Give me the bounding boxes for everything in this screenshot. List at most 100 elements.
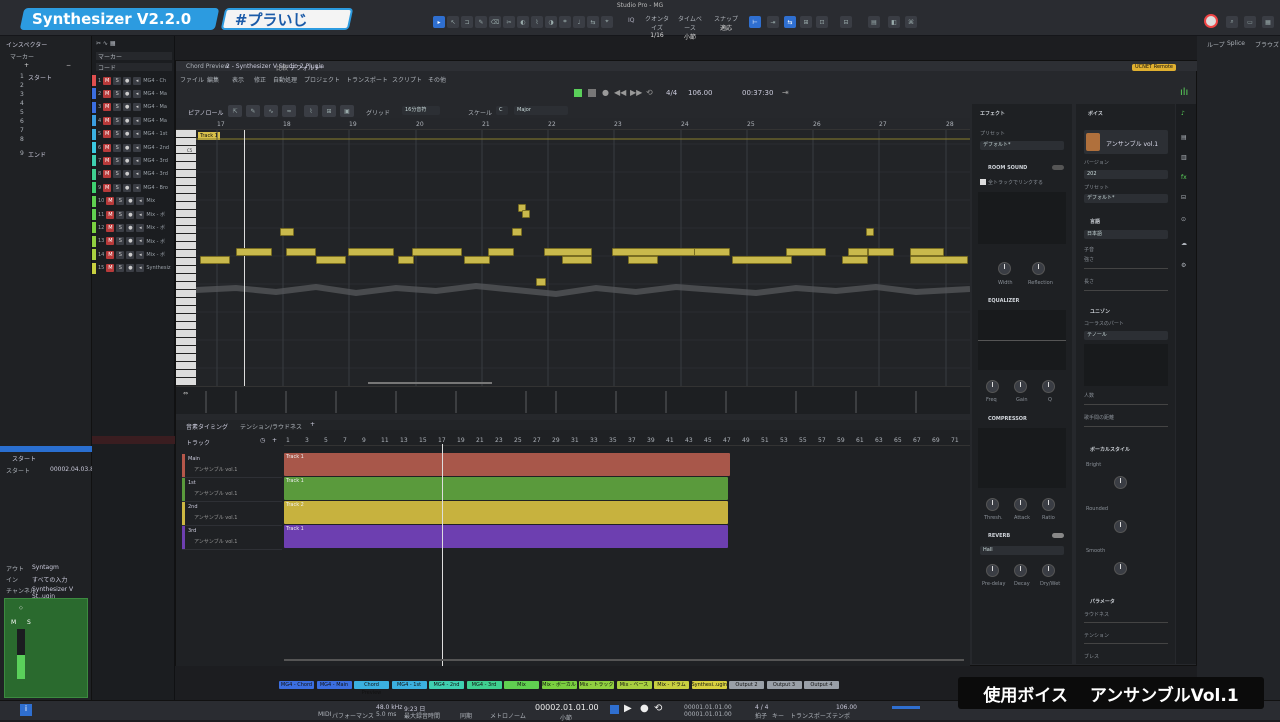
monitor-button[interactable]: ◂ <box>136 264 145 273</box>
solo-button[interactable]: S <box>116 264 125 273</box>
mixer-channel-chip[interactable]: Mix - ベース <box>616 681 652 689</box>
note[interactable] <box>732 256 792 264</box>
menu-item[interactable]: 修正 <box>254 75 266 84</box>
track-row[interactable]: 7 M S ● ◂ MG4 - 3rd <box>92 154 175 167</box>
info-icon[interactable]: i <box>20 704 32 716</box>
monitor-button[interactable]: ◂ <box>136 197 145 206</box>
track-row[interactable]: 9 M S ● ◂ MG4 - Bro <box>92 181 175 194</box>
mixer-channel-chip[interactable]: MG4 - Main <box>316 681 352 689</box>
follow-icon[interactable]: ⇆ <box>784 16 796 28</box>
record-arm-button[interactable]: ● <box>123 89 132 98</box>
record-button[interactable]: ● <box>640 703 649 714</box>
track-row[interactable]: 11 M S ● ◂ Mix - ボ <box>92 208 175 221</box>
curve-tool-icon[interactable]: ⌇ <box>304 105 318 117</box>
timeline-scrollbar[interactable] <box>284 659 964 661</box>
region-start-value[interactable]: 00002.04.03.89 <box>50 466 98 473</box>
song-track-header[interactable]: 2nd アンサンブル vol.1 <box>182 502 282 526</box>
solo-button[interactable]: S <box>113 156 122 165</box>
piano-keyboard[interactable] <box>176 130 196 386</box>
tool-icon[interactable]: ▦ <box>1262 16 1274 28</box>
mixer-channel-chip[interactable]: MG4 - 2nd <box>429 681 464 689</box>
song-track-header[interactable]: 3rd アンサンブル vol.1 <box>182 526 282 550</box>
library-icon[interactable]: ▤ <box>1181 134 1187 141</box>
metronome-label[interactable]: メトロノーム <box>490 711 526 720</box>
track-icon[interactable]: ▥ <box>1181 154 1187 161</box>
note[interactable] <box>868 248 894 256</box>
mixer-channel-chip[interactable]: Mix - ボーカル <box>541 681 577 689</box>
track-row[interactable]: 15 M S ● ◂ Synthesiz <box>92 262 175 275</box>
solo-button[interactable]: S <box>113 103 122 112</box>
mute-button[interactable]: M <box>106 264 115 273</box>
record-status-icon[interactable] <box>1204 14 1218 28</box>
threshold-knob[interactable] <box>986 498 999 511</box>
clip-3rd[interactable]: Track 1 <box>284 525 728 548</box>
note[interactable] <box>348 248 394 256</box>
mixer-channel-chip[interactable]: Output 4 <box>804 681 839 689</box>
solo-button[interactable]: S <box>113 170 122 179</box>
output-value[interactable]: Syntagm <box>32 564 59 571</box>
width-knob[interactable] <box>998 262 1011 275</box>
mute-button[interactable]: M <box>103 130 112 139</box>
decay-knob[interactable] <box>1014 564 1027 577</box>
note[interactable] <box>866 228 874 236</box>
note[interactable] <box>562 256 592 264</box>
pitch-tool-icon[interactable]: ∿ <box>264 105 278 117</box>
menu-item[interactable]: 表示 <box>232 75 244 84</box>
range-tool-icon[interactable]: ⊐ <box>461 16 473 28</box>
menu-item[interactable]: トランスポート <box>346 75 388 84</box>
voice-preset-select[interactable]: デフォルト* <box>1084 194 1168 203</box>
vibrato-tool-icon[interactable]: ≈ <box>282 105 296 117</box>
menu-item[interactable]: 編集 <box>207 75 219 84</box>
record-arm-button[interactable]: ● <box>123 116 132 125</box>
listen-tool-icon[interactable]: ◑ <box>545 16 557 28</box>
record-arm-button[interactable]: ● <box>123 183 132 192</box>
monitor-button[interactable]: ◂ <box>133 156 142 165</box>
monitor-button[interactable]: ◂ <box>136 210 145 219</box>
track-row[interactable]: 6 M S ● ◂ MG4 - 2nd <box>92 141 175 154</box>
tab-tension-loudness[interactable]: テンション/ラウドネス <box>240 422 302 431</box>
tool-icon[interactable]: ◧ <box>888 16 900 28</box>
chorus-part-select[interactable]: テノール <box>1084 331 1168 340</box>
gain-knob[interactable] <box>1014 380 1027 393</box>
preset-select[interactable]: デフォルト* <box>290 63 323 72</box>
rewind-icon[interactable]: ◀◀ <box>614 88 626 97</box>
mixer-channel-chip[interactable]: MG4 - Chord <box>279 681 314 689</box>
compare-label[interactable]: 比較 <box>276 63 288 72</box>
mute-button[interactable]: M <box>106 210 115 219</box>
room-sound-toggle[interactable] <box>1052 165 1064 170</box>
marker-start[interactable]: スタート <box>28 73 52 82</box>
mixer-channel-chip[interactable]: Output 3 <box>766 681 802 689</box>
mute-button[interactable]: M <box>103 116 112 125</box>
tool-icon[interactable]: ⊞ <box>800 16 812 28</box>
track-row[interactable]: 8 M S ● ◂ MG4 - 3rd <box>92 168 175 181</box>
ucnet-remote-badge[interactable]: UCNET Remote <box>1132 64 1176 71</box>
input-value[interactable]: すべての入力 <box>32 575 67 584</box>
solo-button[interactable]: S <box>113 130 122 139</box>
mute-button[interactable]: M <box>103 89 112 98</box>
tool-icon[interactable]: ♩ <box>573 16 585 28</box>
eq-graph[interactable] <box>978 310 1066 370</box>
fx-icon[interactable]: fx <box>1181 174 1187 181</box>
tool-icon[interactable]: ⊟ <box>840 16 852 28</box>
song-track-header[interactable]: Main アンサンブル vol.1 <box>182 454 282 478</box>
track-row[interactable]: 3 M S ● ◂ MG4 - Ma <box>92 101 175 114</box>
note[interactable] <box>612 248 696 256</box>
note[interactable] <box>512 228 522 236</box>
loop-start[interactable]: 00001.01.01.00 <box>684 704 732 711</box>
ratio-knob[interactable] <box>1042 498 1055 511</box>
record-arm-button[interactable]: ● <box>123 103 132 112</box>
bend-tool-icon[interactable]: ⌇ <box>531 16 543 28</box>
reverb-toggle[interactable] <box>1052 533 1064 538</box>
track-row[interactable]: 12 M S ● ◂ Mix - ボ <box>92 221 175 234</box>
signature-value[interactable]: 4 / 4 <box>755 704 768 711</box>
solo-button[interactable]: S <box>113 76 122 85</box>
monitor-button[interactable]: ◂ <box>133 170 142 179</box>
record-arm-button[interactable]: ● <box>123 130 132 139</box>
add-tab-button[interactable]: + <box>310 421 315 428</box>
pause-button[interactable] <box>574 89 582 97</box>
loudness-slider[interactable] <box>1084 622 1168 623</box>
gear-icon[interactable]: ⚙ <box>1181 262 1186 269</box>
q-knob[interactable] <box>1042 380 1055 393</box>
menu-item[interactable]: スクリプト <box>392 75 422 84</box>
loop-button[interactable]: ⟲ <box>654 703 662 714</box>
